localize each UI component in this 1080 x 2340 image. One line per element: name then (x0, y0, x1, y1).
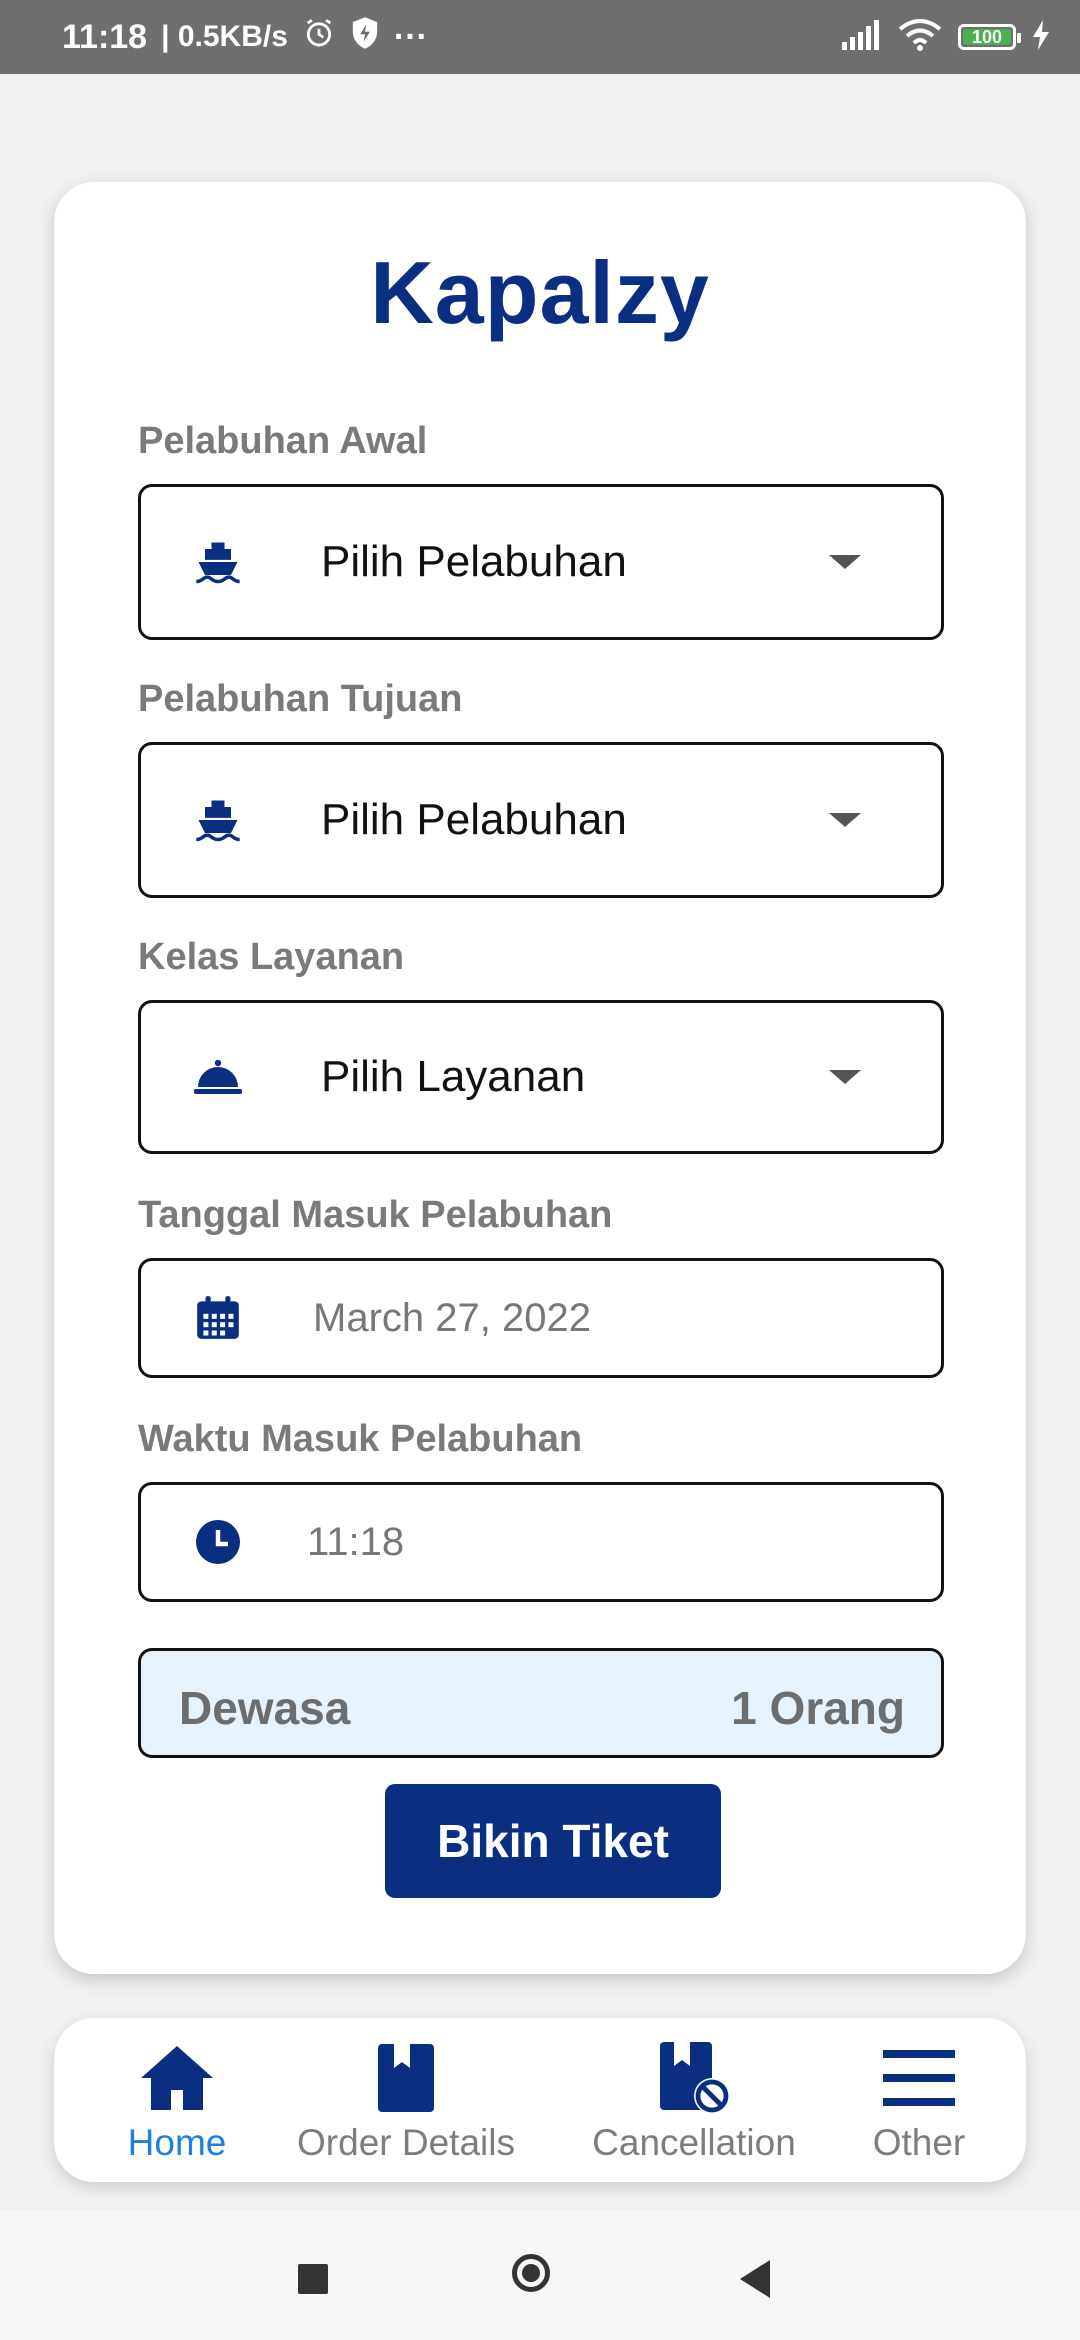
chevron-down-icon (829, 813, 861, 827)
entry-date-field[interactable]: March 27, 2022 (138, 1258, 944, 1378)
recents-icon[interactable] (298, 2264, 328, 2294)
system-nav-bar (0, 2210, 1080, 2340)
wifi-icon (898, 18, 942, 56)
nav-cancellation[interactable]: Cancellation (574, 2018, 814, 2182)
home-circle-icon[interactable] (512, 2254, 550, 2292)
service-bell-icon (191, 1050, 245, 1104)
create-ticket-button[interactable]: Bikin Tiket (385, 1784, 721, 1898)
ship-icon (191, 793, 245, 847)
origin-port-dropdown[interactable]: Pilih Pelabuhan (138, 484, 944, 640)
back-triangle-icon[interactable] (740, 2260, 770, 2298)
calendar-icon (191, 1291, 245, 1345)
bookmark-cancel-icon (656, 2040, 732, 2116)
nav-order-details[interactable]: Order Details (286, 2018, 526, 2182)
passenger-type-label: Dewasa (179, 1682, 351, 1734)
destination-port-value: Pilih Pelabuhan (321, 795, 627, 844)
shield-icon (350, 16, 380, 59)
nav-other-label: Other (872, 2122, 966, 2163)
app-title: Kapalzy (370, 243, 710, 342)
status-right: 100 (842, 0, 1050, 74)
entry-date-value: March 27, 2022 (313, 1295, 591, 1340)
menu-icon (883, 2040, 955, 2116)
origin-port-value: Pilih Pelabuhan (321, 537, 627, 586)
passenger-selector[interactable]: Dewasa 1 Orang (138, 1648, 944, 1758)
nav-home-label: Home (127, 2122, 227, 2163)
destination-port-label: Pelabuhan Tujuan (138, 678, 463, 720)
battery-level: 100 (971, 26, 1003, 47)
chevron-down-icon (829, 1070, 861, 1084)
chevron-down-icon (829, 555, 861, 569)
passenger-count: 1 Orang (731, 1682, 905, 1734)
nav-home[interactable]: Home (112, 2018, 242, 2182)
home-icon (137, 2040, 217, 2116)
entry-time-label: Waktu Masuk Pelabuhan (138, 1418, 583, 1460)
status-left: 11:18 | 0.5KB/s ··· (62, 0, 428, 74)
bottom-nav: Home Order Details Cancellation Other (54, 2018, 1026, 2182)
nav-other[interactable]: Other (854, 2018, 984, 2182)
entry-time-field[interactable]: 11:18 (138, 1482, 944, 1602)
status-time: 11:18 (62, 17, 148, 56)
entry-time-value: 11:18 (307, 1519, 405, 1564)
service-class-dropdown[interactable]: Pilih Layanan (138, 1000, 944, 1154)
battery-icon: 100 (958, 24, 1021, 50)
clock-icon (191, 1515, 245, 1569)
nav-order-details-label: Order Details (297, 2122, 515, 2163)
service-class-label: Kelas Layanan (138, 936, 405, 978)
entry-date-label: Tanggal Masuk Pelabuhan (138, 1194, 613, 1236)
bookmark-icon (376, 2040, 436, 2116)
service-class-value: Pilih Layanan (321, 1052, 586, 1101)
signal-icon (842, 19, 882, 55)
status-net-speed: | 0.5KB/s (161, 20, 288, 53)
ship-icon (191, 535, 245, 589)
destination-port-dropdown[interactable]: Pilih Pelabuhan (138, 742, 944, 898)
charging-icon (1032, 19, 1050, 55)
nav-cancellation-label: Cancellation (592, 2122, 796, 2163)
booking-card: Kapalzy Pelabuhan Awal Pilih Pelabuhan P… (54, 182, 1026, 1974)
status-more: ··· (393, 17, 428, 56)
alarm-icon (302, 16, 336, 59)
origin-port-label: Pelabuhan Awal (138, 420, 428, 462)
status-bar: 11:18 | 0.5KB/s ··· 100 (0, 0, 1080, 74)
